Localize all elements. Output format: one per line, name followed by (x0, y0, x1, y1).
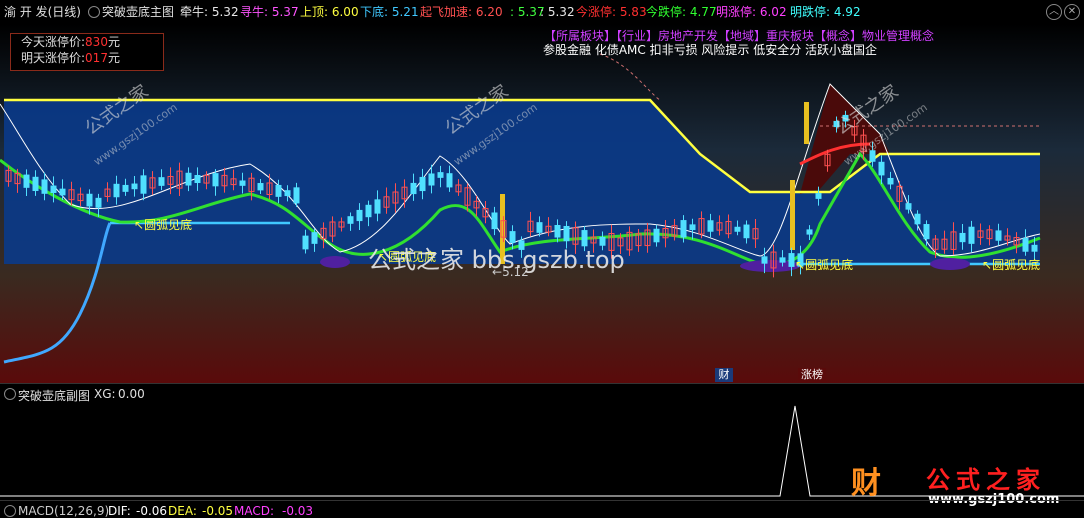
signal-bar (790, 180, 795, 250)
candle-body (428, 173, 435, 186)
candle-body (536, 222, 543, 233)
close-icon[interactable]: ✕ (1064, 4, 1080, 20)
candle-body (257, 183, 264, 191)
limitup-list-tag[interactable]: 涨榜 (798, 368, 826, 382)
candle-body (1022, 237, 1029, 252)
macd-panel[interactable]: MACD(12,26,9) DIF: -0.06 DEA: -0.05 MACD… (0, 500, 1084, 518)
candle-body (968, 226, 975, 244)
candle-body (374, 199, 381, 214)
candle-body (212, 173, 219, 187)
candle-body (734, 226, 741, 232)
candle-body (1031, 244, 1038, 252)
xg-signal-chart (0, 405, 1084, 497)
candle-body (140, 175, 147, 194)
stock-title[interactable]: 渝 开 发(日线) (4, 5, 81, 19)
candle-body (41, 179, 48, 194)
candle-body (788, 253, 795, 267)
indicator-item: : 5.32 (540, 5, 575, 19)
candle-body (815, 193, 822, 199)
candle-body (806, 229, 813, 235)
candle-body (311, 232, 318, 244)
indicator-item: 起飞加速: 6.20 (420, 5, 503, 19)
collapse-icon[interactable]: ︿ (1046, 4, 1062, 20)
candle-body (32, 176, 39, 192)
candle-body (113, 183, 120, 198)
candle-body (554, 225, 561, 238)
candle-body (689, 224, 696, 231)
candle-body (761, 256, 768, 264)
finance-tag[interactable]: 财 (715, 368, 733, 382)
candle-body (158, 177, 165, 186)
candle-body (995, 230, 1002, 241)
signal-bar (804, 102, 809, 144)
candle-body (923, 224, 930, 240)
candle-body (959, 232, 966, 243)
candle-body (887, 177, 894, 185)
candle-body (410, 182, 417, 195)
candle-body (185, 172, 192, 186)
logo-icon: 财 (851, 466, 881, 501)
logo-text: 公式之家 (926, 466, 1046, 494)
candle-body (284, 190, 291, 197)
xg-signal-line (0, 405, 1084, 497)
candle-body (239, 180, 246, 186)
candle-body (680, 220, 687, 238)
indicator-item: 今涨停: 5.83 (576, 5, 647, 19)
candle-body (86, 193, 93, 207)
candle-body (275, 184, 282, 197)
candle-body (905, 203, 912, 210)
sector-line-2: 参股金融 化债AMC 扣非亏损 风险提示 低安全分 活跃小盘国企 (543, 43, 878, 57)
arc-bottom-label-4: ↖圆弧见底 (982, 258, 1041, 272)
candle-body (50, 185, 57, 194)
candle-body (437, 172, 444, 178)
indicator-item: 明涨停: 6.02 (716, 5, 787, 19)
low-bump (320, 256, 350, 268)
watermark-center: 公式之家 bbs.gszb.top (368, 246, 625, 274)
arc-bottom-label-1: ↖圆弧见底 (134, 218, 193, 232)
indicator-item: 牵牛: 5.32 (180, 5, 239, 19)
limit-price-box: 今天涨停价:830元 明天涨停价:017元 (10, 33, 164, 71)
candle-body (347, 216, 354, 224)
indicator-item: 明跌停: 4.92 (790, 5, 861, 19)
candle-body (293, 187, 300, 204)
candle-body (131, 183, 138, 190)
main-kline-chart[interactable] (0, 24, 1084, 384)
candle-body (446, 173, 453, 188)
candle-body (356, 209, 363, 222)
candle-body (743, 224, 750, 239)
candle-body (59, 188, 66, 196)
candle-body (23, 174, 30, 188)
candle-body (194, 174, 201, 184)
candle-body (653, 228, 660, 243)
indicator-name[interactable]: 突破壶底主图 (102, 5, 174, 19)
candle-body (563, 225, 570, 242)
candle-body (914, 213, 921, 225)
settings-icon[interactable] (88, 6, 100, 18)
indicator-item: 寻牛: 5.37 (240, 5, 299, 19)
candle-body (365, 204, 372, 218)
candle-body (707, 220, 714, 232)
candle-body (779, 257, 786, 263)
indicator-item: 上顶: 6.00 (300, 5, 359, 19)
today-limit-row: 今天涨停价:830元 (21, 35, 120, 49)
low-bump (930, 258, 970, 270)
candle-body (491, 212, 498, 230)
indicator-item: 下底: 5.21 (360, 5, 419, 19)
indicator-header: 渝 开 发(日线) 突破壶底主图 牵牛: 5.32 寻牛: 5.37 上顶: 6.0… (0, 0, 1084, 24)
candle-body (95, 197, 102, 208)
candle-body (302, 235, 309, 250)
candle-body (419, 176, 426, 192)
indicator-item: 今跌停: 4.77 (646, 5, 717, 19)
arc-bottom-label-3: ↖圆弧见底 (795, 258, 854, 272)
candle-body (122, 184, 129, 192)
tomorrow-limit-row: 明天涨停价:017元 (21, 51, 120, 65)
candle-body (878, 161, 885, 176)
macd-settings-icon[interactable] (4, 505, 16, 517)
